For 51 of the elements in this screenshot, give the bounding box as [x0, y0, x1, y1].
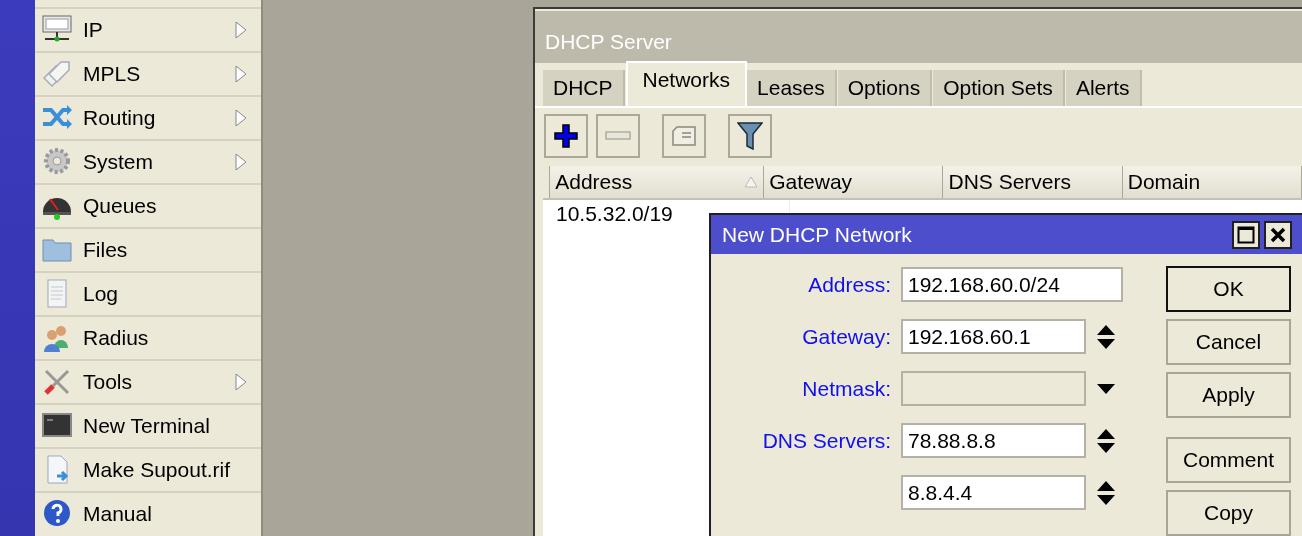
menu-item[interactable]: Radius [35, 315, 261, 359]
column-header[interactable]: DNS Servers [943, 166, 1123, 198]
filter-icon [737, 121, 763, 151]
menu-item[interactable]: Tools [35, 359, 261, 403]
tab[interactable]: Options [837, 70, 933, 106]
close-icon [1270, 226, 1286, 243]
column-header[interactable]: Domain [1122, 166, 1302, 198]
dialog-button[interactable]: Cancel [1166, 319, 1291, 365]
menu-item[interactable]: Log [35, 271, 261, 315]
menu-item[interactable]: Files [35, 227, 261, 271]
tab[interactable]: Leases [747, 70, 837, 106]
field-label: Netmask: [801, 375, 892, 402]
filter-button[interactable] [728, 114, 772, 158]
tab[interactable]: Option Sets [933, 70, 1065, 106]
spin-arrows-icon[interactable] [1096, 479, 1116, 506]
minus-icon [605, 131, 631, 141]
field-label: Address: [807, 271, 892, 298]
tab[interactable]: DHCP [543, 70, 625, 106]
window-title: DHCP Server [545, 28, 672, 55]
menu-item[interactable]: New Terminal [35, 403, 261, 447]
spin-arrows-icon[interactable] [1096, 427, 1116, 454]
close-button[interactable] [1264, 220, 1292, 249]
add-button[interactable] [544, 114, 588, 158]
dialog-button[interactable]: Apply [1166, 372, 1291, 418]
dialog-button[interactable]: Comment [1166, 437, 1291, 483]
input-field[interactable]: 8.8.4.4 [901, 475, 1086, 510]
menu-item[interactable]: Manual [35, 491, 261, 535]
plus-icon [553, 123, 579, 149]
menu-item[interactable]: IP [35, 7, 261, 51]
input-field[interactable]: 192.168.60.0/24 [901, 267, 1123, 302]
dropdown-arrow-icon[interactable] [1096, 382, 1116, 395]
maximize-icon [1237, 225, 1255, 244]
menu-item[interactable]: System [35, 139, 261, 183]
column-header[interactable]: Address [550, 166, 765, 198]
menu-item[interactable]: Routing [35, 95, 261, 139]
maximize-button[interactable] [1232, 220, 1260, 249]
menu-item[interactable]: Make Supout.rif [35, 447, 261, 491]
dialog-button[interactable]: Copy [1166, 490, 1291, 536]
note-icon [671, 125, 697, 147]
tab[interactable]: Alerts [1065, 70, 1142, 106]
tags-icon [41, 58, 73, 90]
menu-item[interactable]: MPLS [35, 51, 261, 95]
menu-item[interactable]: Queues [35, 183, 261, 227]
dialog-button[interactable]: OK [1166, 266, 1291, 312]
spin-arrows-icon[interactable] [1096, 323, 1116, 350]
field-label: DNS Servers: [761, 427, 892, 454]
input-field[interactable]: 78.88.8.8 [901, 423, 1086, 458]
column-header[interactable]: Gateway [764, 166, 944, 198]
input-field[interactable]: 192.168.60.1 [901, 319, 1086, 354]
tab[interactable]: Networks [625, 61, 748, 106]
field-label: Gateway: [801, 323, 892, 350]
